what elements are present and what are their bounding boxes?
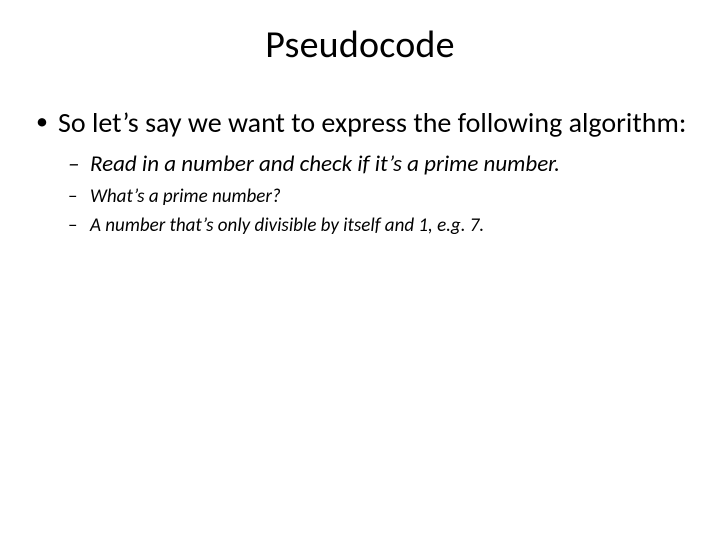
slide-title: Pseudocode [0, 22, 720, 68]
list-item: A number that’s only divisible by itself… [58, 213, 692, 238]
slide-body: So let’s say we want to express the foll… [0, 106, 720, 238]
list-item: So let’s say we want to express the foll… [28, 106, 692, 238]
sub-bullet-text: Read in a number and check if it’s a pri… [90, 150, 560, 178]
slide: Pseudocode So let’s say we want to expre… [0, 22, 720, 540]
sub-bullet-text: What’s a prime number? [90, 185, 281, 208]
bullet-list-level2: Read in a number and check if it’s a pri… [58, 150, 692, 238]
list-item: What’s a prime number? [58, 184, 692, 209]
bullet-list-level1: So let’s say we want to express the foll… [28, 106, 692, 238]
list-item: Read in a number and check if it’s a pri… [58, 150, 692, 179]
sub-bullet-text: A number that’s only divisible by itself… [90, 214, 484, 237]
bullet-text: So let’s say we want to express the foll… [58, 105, 686, 140]
